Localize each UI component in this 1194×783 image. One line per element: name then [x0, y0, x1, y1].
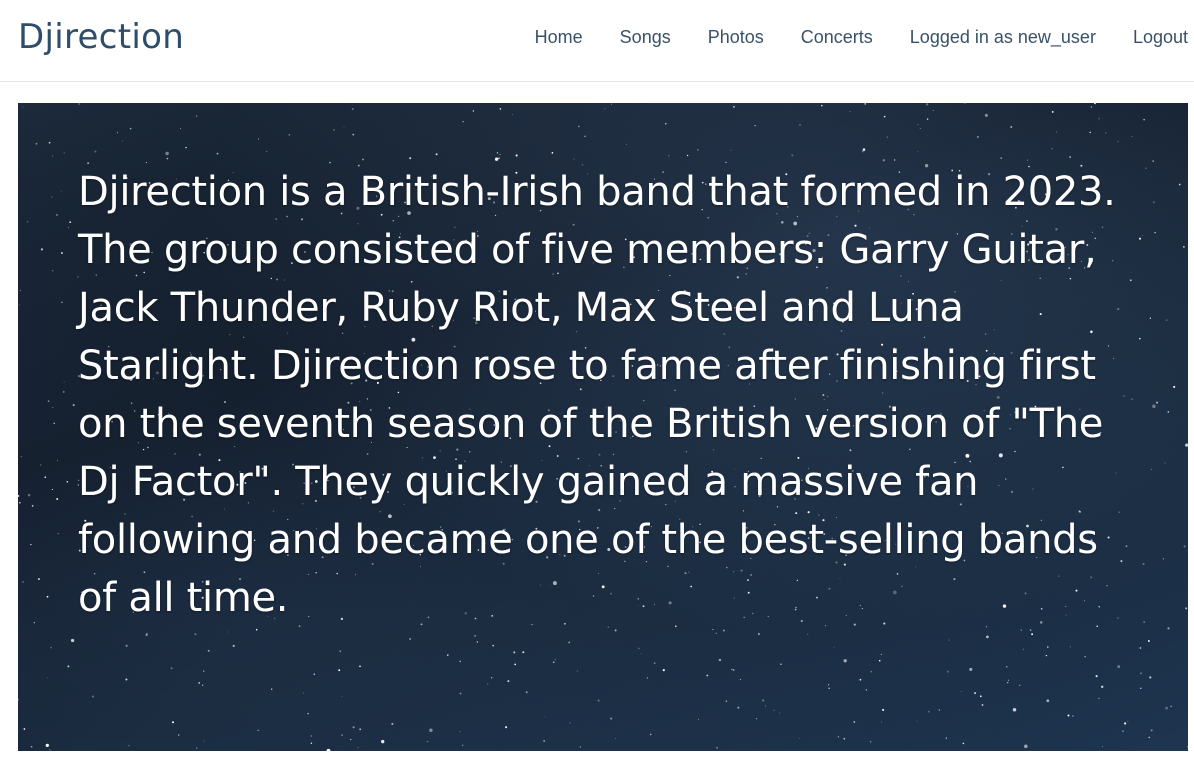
nav-link-photos[interactable]: Photos — [708, 26, 764, 48]
main-nav: Home Songs Photos Concerts Logged in as … — [498, 26, 1188, 48]
top-navbar: Djirection Home Songs Photos Concerts Lo… — [0, 0, 1194, 82]
nav-link-home[interactable]: Home — [535, 26, 583, 48]
nav-link-concerts[interactable]: Concerts — [801, 26, 873, 48]
band-description: Djirection is a British-Irish band that … — [78, 169, 1116, 621]
nav-link-logged-in-user[interactable]: Logged in as new_user — [910, 26, 1096, 48]
nav-link-songs[interactable]: Songs — [620, 26, 671, 48]
nav-link-logout[interactable]: Logout — [1133, 26, 1188, 48]
brand-logo-link[interactable]: Djirection — [18, 14, 184, 60]
hero-banner: Djirection is a British-Irish band that … — [18, 103, 1188, 751]
